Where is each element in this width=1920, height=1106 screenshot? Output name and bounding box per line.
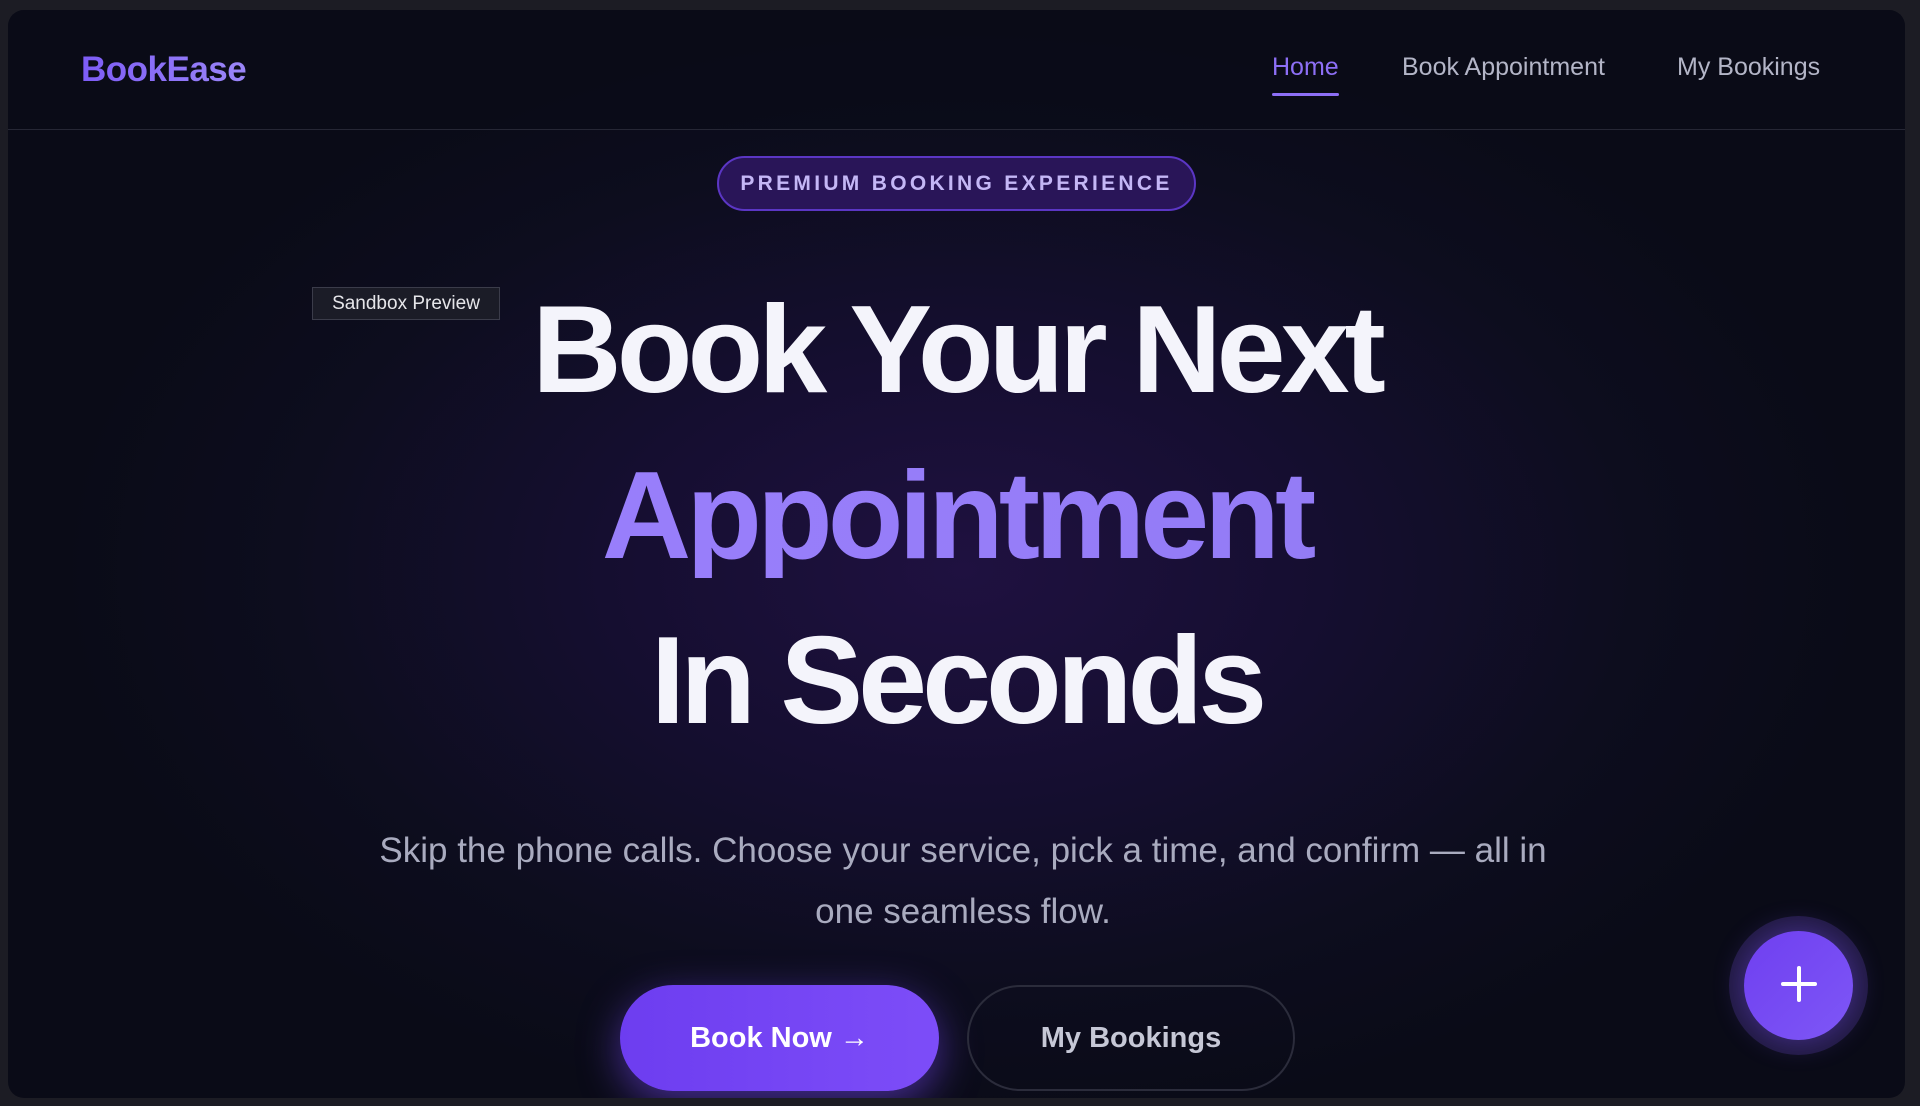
add-booking-fab[interactable] (1744, 931, 1853, 1040)
nav-link-my-bookings[interactable]: My Bookings (1677, 53, 1820, 82)
hero-subtitle-line-2: one seamless flow. (815, 892, 1111, 931)
nav-link-book-appointment-label: Book Appointment (1402, 53, 1605, 81)
hero-title-line-1: Book Your Next (532, 281, 1386, 419)
book-now-label: Book Now → (690, 1021, 869, 1054)
my-bookings-label: My Bookings (1040, 1021, 1222, 1054)
hero-subtitle-line-1: Skip the phone calls. Choose your servic… (379, 831, 1547, 870)
my-bookings-button[interactable]: My Bookings (967, 985, 1295, 1091)
navbar: BookEase Home Book Appointment My Bookin… (8, 10, 1905, 130)
hero-subtitle: Skip the phone calls. Choose your servic… (348, 820, 1578, 942)
active-nav-underline (1272, 93, 1339, 96)
app-window: BookEase Home Book Appointment My Bookin… (8, 10, 1905, 1098)
nav-link-home[interactable]: Home (1272, 53, 1339, 96)
hero-title-line-3: In Seconds (650, 612, 1267, 750)
nav-link-book-appointment[interactable]: Book Appointment (1402, 53, 1605, 82)
hero-title-line-2: Appointment (8, 454, 1905, 578)
hero-badge: PREMIUM BOOKING EXPERIENCE (717, 156, 1196, 211)
nav-link-my-bookings-label: My Bookings (1677, 53, 1821, 81)
brand-logo[interactable]: BookEase (81, 50, 247, 90)
hero-badge-label: PREMIUM BOOKING EXPERIENCE (740, 171, 1173, 195)
nav-link-home-label: Home (1272, 53, 1339, 81)
book-now-button[interactable]: Book Now → (620, 985, 939, 1091)
plus-icon (1779, 964, 1819, 1007)
